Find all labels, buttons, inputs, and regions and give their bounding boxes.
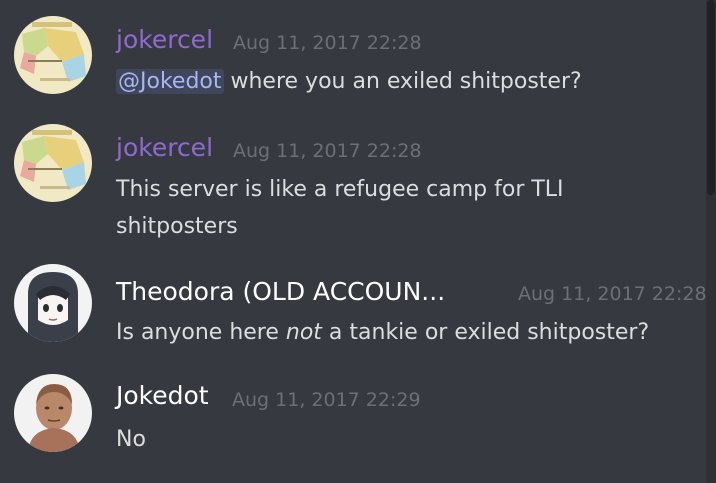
message-text: Is anyone here not a tankie or exiled sh… bbox=[116, 314, 676, 351]
message-line: This server is like a refugee camp for T… bbox=[116, 177, 564, 202]
author-name[interactable]: Jokedot bbox=[116, 381, 209, 411]
chat-messages: jokercel Aug 11, 2017 22:28 @Jokedot whe… bbox=[0, 0, 707, 483]
message-text: No bbox=[116, 427, 146, 452]
message-text-body: where you an exiled shitposter? bbox=[223, 69, 582, 94]
message-text-part: Is anyone here bbox=[116, 320, 286, 345]
author-name[interactable]: jokercel bbox=[116, 133, 213, 163]
timestamp: Aug 11, 2017 22:29 bbox=[232, 389, 421, 411]
author-name[interactable]: jokercel bbox=[116, 25, 213, 55]
scrollbar-thumb[interactable] bbox=[707, 0, 715, 195]
author-name[interactable]: Theodora (OLD ACCOUN... bbox=[116, 277, 445, 307]
message-text: @Jokedot where you an exiled shitposter? bbox=[116, 63, 676, 100]
message-line: shitposters bbox=[116, 214, 238, 239]
scrollbar-track[interactable] bbox=[706, 0, 716, 483]
bust-avatar-icon[interactable] bbox=[14, 374, 92, 452]
timestamp: Aug 11, 2017 22:28 bbox=[233, 32, 422, 54]
map-avatar-icon[interactable] bbox=[14, 16, 92, 94]
map-avatar-icon[interactable] bbox=[14, 124, 92, 202]
message-text-emphasis: not bbox=[285, 320, 322, 345]
message-text-part: a tankie or exiled shitposter? bbox=[321, 320, 650, 345]
anime-girl-avatar-icon[interactable] bbox=[14, 264, 92, 342]
timestamp: Aug 11, 2017 22:28 bbox=[518, 283, 707, 305]
timestamp: Aug 11, 2017 22:28 bbox=[233, 140, 422, 162]
message-text: This server is like a refugee camp for T… bbox=[116, 171, 676, 245]
user-mention[interactable]: @Jokedot bbox=[116, 69, 224, 94]
